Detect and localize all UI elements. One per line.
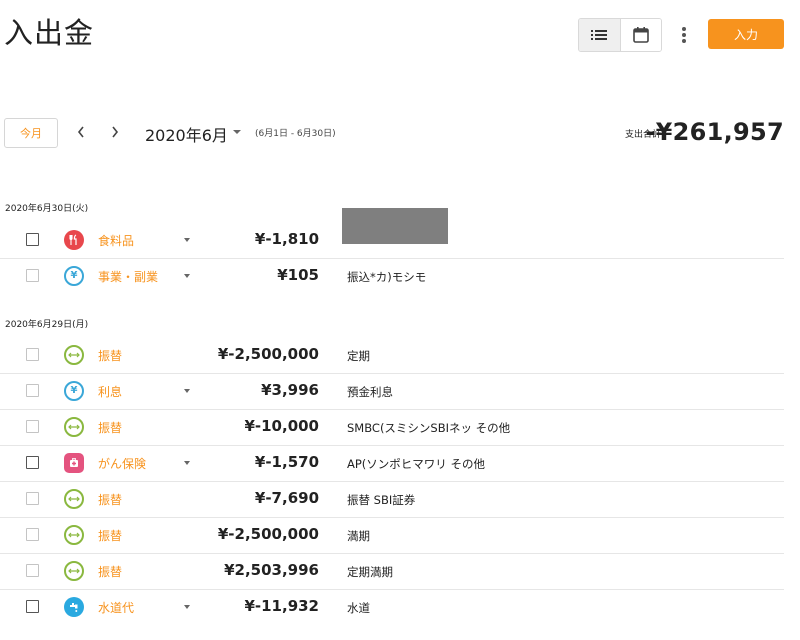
transaction-row[interactable]: 振替 ¥2,503,996 定期満期 — [0, 553, 784, 590]
calendar-icon — [632, 27, 649, 43]
transaction-row[interactable]: ¥ 利息 ¥3,996 預金利息 — [0, 373, 784, 410]
memo: 水道 — [347, 601, 370, 615]
list-view-button[interactable] — [579, 19, 621, 51]
view-toggle — [578, 18, 662, 52]
amount: ¥105 — [277, 266, 319, 284]
category-label[interactable]: 振替 — [98, 527, 122, 544]
transaction-row[interactable]: 振替 ¥-7,690 振替 SBI証券 — [0, 481, 784, 518]
redacted-memo — [342, 208, 448, 244]
memo: 預金利息 — [347, 385, 393, 399]
category-label[interactable]: 振替 — [98, 563, 122, 580]
transaction-row[interactable]: ¥ 事業・副業 ¥105 振込*カ)モシモ — [0, 258, 784, 294]
memo: SMBC(スミシンSBIネッ その他 — [347, 421, 511, 435]
transfer-icon — [64, 417, 84, 437]
transfer-icon — [64, 525, 84, 545]
transaction-row[interactable]: 水道代 ¥-11,932 水道 — [0, 589, 784, 625]
row-checkbox[interactable] — [26, 600, 39, 613]
transaction-row[interactable]: がん保険 ¥-1,570 AP(ソンポヒマワリ その他 — [0, 445, 784, 482]
category-label[interactable]: 振替 — [98, 419, 122, 436]
row-checkbox[interactable] — [26, 564, 39, 577]
category-dropdown-caret-icon[interactable] — [184, 461, 190, 465]
input-button[interactable]: 入力 — [708, 19, 784, 49]
memo: 定期 — [347, 349, 370, 363]
category-label[interactable]: 振替 — [98, 491, 122, 508]
row-checkbox[interactable] — [26, 420, 39, 433]
yen-icon: ¥ — [64, 381, 84, 401]
yen-icon: ¥ — [64, 266, 84, 286]
category-label[interactable]: 事業・副業 — [98, 268, 158, 285]
amount: ¥-1,570 — [254, 453, 319, 471]
this-month-button[interactable]: 今月 — [4, 118, 58, 148]
category-label[interactable]: 水道代 — [98, 599, 134, 616]
first-aid-icon — [64, 453, 84, 473]
date-header: 2020年6月30日(火) — [5, 204, 89, 214]
chevron-right-icon[interactable] — [108, 124, 122, 140]
amount: ¥2,503,996 — [224, 561, 319, 579]
category-dropdown-caret-icon[interactable] — [184, 238, 190, 242]
row-checkbox[interactable] — [26, 528, 39, 541]
row-checkbox[interactable] — [26, 233, 39, 246]
transaction-row[interactable]: 食料品 ¥-1,810 — [0, 208, 784, 259]
amount: ¥-2,500,000 — [217, 525, 319, 543]
transfer-icon — [64, 489, 84, 509]
transfer-icon — [64, 345, 84, 365]
memo: 振込*カ)モシモ — [347, 270, 427, 284]
period-range: (6月1日 - 6月30日) — [255, 129, 336, 139]
row-checkbox[interactable] — [26, 456, 39, 469]
transfer-icon — [64, 561, 84, 581]
memo: 満期 — [347, 529, 370, 543]
row-checkbox[interactable] — [26, 269, 39, 282]
amount: ¥-1,810 — [254, 230, 319, 248]
expense-total-value: -¥261,957 — [645, 118, 784, 146]
transaction-row[interactable]: 振替 ¥-2,500,000 満期 — [0, 517, 784, 554]
faucet-icon — [64, 597, 84, 617]
row-checkbox[interactable] — [26, 492, 39, 505]
memo: AP(ソンポヒマワリ その他 — [347, 457, 485, 471]
category-label[interactable]: 振替 — [98, 347, 122, 364]
fork-knife-icon — [64, 230, 84, 250]
more-vertical-icon[interactable] — [676, 24, 692, 46]
category-label[interactable]: 利息 — [98, 383, 122, 400]
list-icon — [591, 30, 608, 40]
row-checkbox[interactable] — [26, 348, 39, 361]
amount: ¥-7,690 — [254, 489, 319, 507]
chevron-left-icon[interactable] — [74, 124, 88, 140]
calendar-view-button[interactable] — [620, 19, 661, 51]
transaction-row[interactable]: 振替 ¥-10,000 SMBC(スミシンSBIネッ その他 — [0, 409, 784, 446]
transaction-row[interactable]: 振替 ¥-2,500,000 定期 — [0, 337, 784, 374]
amount: ¥3,996 — [261, 381, 319, 399]
page-title: 入出金 — [4, 16, 95, 50]
category-label[interactable]: 食料品 — [98, 232, 134, 249]
month-dropdown-caret-icon[interactable] — [233, 130, 241, 134]
category-dropdown-caret-icon[interactable] — [184, 274, 190, 278]
category-label[interactable]: がん保険 — [98, 455, 146, 472]
date-header: 2020年6月29日(月) — [5, 320, 89, 330]
amount: ¥-11,932 — [244, 597, 319, 615]
month-selector[interactable]: 2020年6月 — [145, 122, 228, 146]
category-dropdown-caret-icon[interactable] — [184, 389, 190, 393]
amount: ¥-2,500,000 — [217, 345, 319, 363]
category-dropdown-caret-icon[interactable] — [184, 605, 190, 609]
memo: 振替 SBI証券 — [347, 493, 416, 507]
amount: ¥-10,000 — [244, 417, 319, 435]
row-checkbox[interactable] — [26, 384, 39, 397]
memo: 定期満期 — [347, 565, 393, 579]
